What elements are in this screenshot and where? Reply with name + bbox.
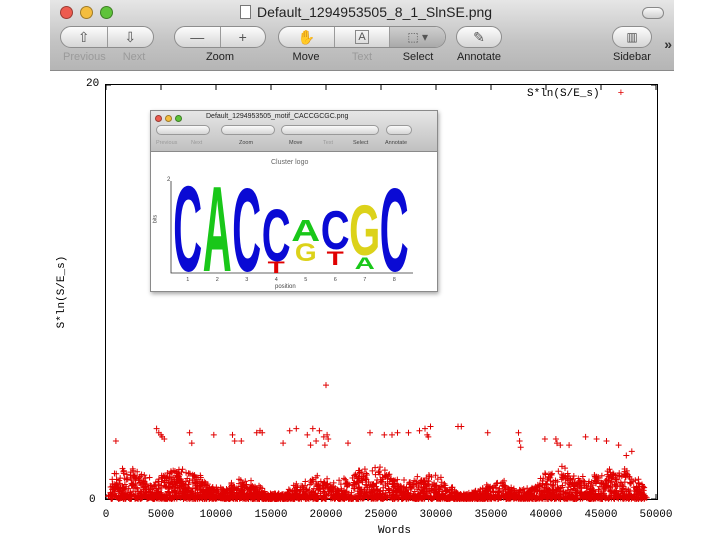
- data-point: [280, 440, 287, 447]
- data-point-dense: [635, 476, 642, 483]
- logo-letter: C: [232, 164, 261, 291]
- logo-position-tick: 5: [304, 277, 307, 283]
- sequence-logo: C A C C A C G CTG T A1 2 3 4 5 6 7 8: [170, 162, 413, 291]
- logo-minor-letter: G: [295, 238, 317, 266]
- data-point: [593, 435, 600, 442]
- data-point: [323, 382, 329, 389]
- data-point: [427, 423, 434, 430]
- data-point: [458, 423, 465, 430]
- data-point: [307, 442, 314, 449]
- data-point: [238, 438, 245, 445]
- data-point: [422, 425, 428, 432]
- data-point: [186, 429, 193, 436]
- data-point: [541, 435, 548, 442]
- data-point: [416, 427, 423, 434]
- logo-position-tick: 2: [216, 277, 219, 283]
- legend: S*ln(S/E_s) +: [527, 88, 624, 100]
- data-point-dense: [248, 477, 255, 484]
- data-point: [603, 438, 610, 445]
- data-point-dense: [361, 466, 368, 473]
- data-point: [628, 448, 635, 455]
- data-point-dense: [372, 464, 379, 471]
- data-point: [405, 429, 412, 436]
- data-point-dense: [185, 470, 192, 477]
- data-point: [229, 431, 236, 438]
- logo-position-tick: 8: [393, 277, 396, 283]
- data-point-dense: [369, 467, 376, 474]
- data-point-dense: [501, 477, 508, 484]
- data-point: [517, 444, 524, 451]
- logo-position-tick: 3: [245, 277, 248, 283]
- data-point: [304, 431, 311, 438]
- data-point: [367, 429, 373, 436]
- data-point: [552, 435, 559, 442]
- data-point-dense: [555, 468, 562, 475]
- data-point: [345, 440, 351, 447]
- data-point: [231, 438, 238, 445]
- data-point: [484, 429, 491, 436]
- data-point: [389, 431, 395, 438]
- data-point: [516, 438, 523, 445]
- logo-position-tick: 6: [334, 277, 337, 283]
- data-point: [210, 431, 217, 438]
- data-point-dense: [183, 469, 190, 476]
- data-point: [112, 438, 119, 445]
- data-point: [394, 429, 401, 436]
- logo-minor-letter: A: [355, 254, 376, 273]
- data-point-dense: [401, 476, 408, 483]
- logo-position-tick: 1: [186, 277, 189, 283]
- data-point: [309, 425, 316, 432]
- motif-logo-window: Default_1294953505_motif_CACCGCGC.png Pr…: [150, 110, 438, 292]
- data-point: [313, 438, 320, 445]
- logo-letter: C: [380, 164, 409, 291]
- data-point-dense: [124, 476, 131, 483]
- data-point: [293, 425, 300, 432]
- data-point-dense: [414, 473, 421, 480]
- data-point: [615, 442, 622, 449]
- logo-minor-letter: T: [268, 258, 285, 277]
- data-point: [188, 440, 195, 447]
- data-point: [381, 431, 388, 438]
- logo-minor-letter: T: [327, 248, 344, 270]
- legend-label: S*ln(S/E_s): [527, 88, 600, 100]
- logo-position-tick: 7: [363, 277, 366, 283]
- data-point: [566, 442, 573, 449]
- data-point: [582, 433, 589, 440]
- data-point: [515, 429, 522, 436]
- data-point: [623, 452, 630, 459]
- data-point-dense: [377, 464, 384, 471]
- data-point: [316, 427, 323, 434]
- data-point: [286, 427, 293, 434]
- legend-marker-icon: +: [617, 88, 625, 100]
- logo-position-tick: 4: [275, 277, 278, 283]
- data-point-dense: [376, 468, 383, 475]
- data-point-dense: [141, 472, 148, 479]
- data-point-dense: [146, 474, 153, 481]
- logo-letter: A: [203, 162, 232, 291]
- logo-letter: C: [173, 162, 202, 291]
- data-point: [321, 442, 328, 449]
